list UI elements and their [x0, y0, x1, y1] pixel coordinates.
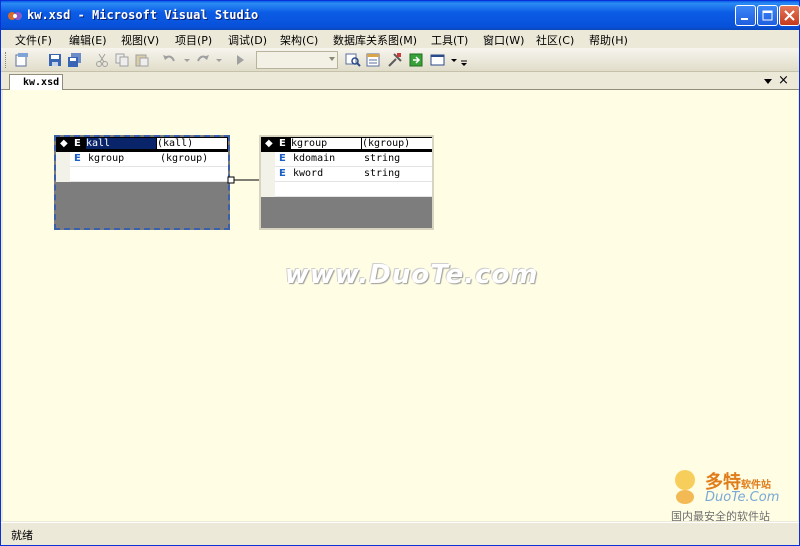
minimize-button[interactable]: [735, 5, 756, 26]
menu-community[interactable]: 社区(C): [536, 32, 574, 48]
row-gutter: [261, 167, 275, 182]
maximize-icon: [762, 10, 773, 21]
object-browser-icon[interactable]: [408, 52, 424, 68]
document-tab-strip: kw.xsd ×: [1, 72, 799, 91]
window-title: kw.xsd - Microsoft Visual Studio: [27, 8, 259, 22]
close-icon: [784, 10, 795, 21]
row-name[interactable]: kdomain: [293, 153, 335, 164]
menu-debug[interactable]: 调试(D): [228, 32, 267, 48]
row-badge: E: [74, 153, 81, 164]
toolbar-overflow-icon[interactable]: [459, 52, 475, 68]
undo-dropdown-icon[interactable]: [179, 52, 195, 68]
standard-toolbar: [1, 48, 799, 72]
command-window-icon[interactable]: [430, 52, 446, 68]
row-gutter: [56, 167, 70, 182]
title-bar[interactable]: kw.xsd - Microsoft Visual Studio: [1, 1, 800, 30]
element-badge: E: [279, 138, 286, 149]
minimize-icon: [741, 18, 748, 20]
element-header[interactable]: ◆ E kall (kall): [56, 137, 228, 152]
app-window: kw.xsd - Microsoft Visual Studio 文件(F) 编…: [0, 0, 800, 546]
element-name[interactable]: kall: [86, 138, 156, 149]
site-logo: 多特软件站 DuoTe.Com 国内最安全的软件站: [665, 466, 798, 521]
toolbox-icon[interactable]: [387, 52, 403, 68]
watermark-text: www.DuoTe.com: [285, 260, 539, 290]
undo-icon[interactable]: [161, 52, 177, 68]
logo-domain: DuoTe.Com: [705, 490, 780, 505]
save-icon[interactable]: [47, 52, 63, 68]
properties-window-icon[interactable]: [365, 52, 381, 68]
element-name[interactable]: kgroup: [291, 138, 361, 149]
table-row[interactable]: E kdomain string: [261, 152, 432, 167]
maximize-button[interactable]: [757, 5, 778, 26]
menu-schema[interactable]: 架构(C): [280, 32, 318, 48]
save-all-icon[interactable]: [67, 52, 83, 68]
status-bar: 就绪: [1, 522, 799, 545]
redo-dropdown-icon[interactable]: [211, 52, 227, 68]
schema-designer-surface[interactable]: ◆ E kall (kall) E kgroup (kgroup) ◆ E kg…: [3, 90, 798, 521]
table-row[interactable]: E kword string: [261, 167, 432, 182]
table-row[interactable]: E kgroup (kgroup): [56, 152, 228, 167]
row-type[interactable]: string: [364, 168, 400, 179]
row-type[interactable]: string: [364, 153, 400, 164]
solution-configuration-combo[interactable]: [256, 51, 338, 69]
empty-row[interactable]: [56, 167, 228, 182]
menu-file[interactable]: 文件(F): [15, 32, 52, 48]
row-gutter: [261, 182, 275, 197]
element-type[interactable]: (kgroup): [362, 138, 432, 149]
menu-help[interactable]: 帮助(H): [589, 32, 628, 48]
schema-element-kall[interactable]: ◆ E kall (kall) E kgroup (kgroup): [54, 135, 230, 230]
toolbar-grip[interactable]: [5, 52, 8, 68]
menu-database-diagram[interactable]: 数据库关系图(M): [333, 32, 417, 48]
row-badge: E: [279, 153, 286, 164]
logo-slogan: 国内最安全的软件站: [671, 510, 770, 521]
start-debugging-icon[interactable]: [232, 52, 248, 68]
menu-edit[interactable]: 编辑(E): [69, 32, 107, 48]
find-in-files-icon[interactable]: [345, 52, 361, 68]
active-files-dropdown-icon[interactable]: [764, 79, 772, 84]
element-type[interactable]: (kall): [157, 138, 227, 149]
tab-label: kw.xsd: [23, 77, 60, 88]
visual-studio-icon: [8, 12, 22, 20]
diamond-icon: ◆: [265, 138, 273, 149]
menu-tools[interactable]: 工具(T): [431, 32, 468, 48]
menu-project[interactable]: 项目(P): [175, 32, 212, 48]
row-type[interactable]: (kgroup): [160, 153, 208, 164]
element-header[interactable]: ◆ E kgroup (kgroup): [261, 137, 432, 152]
row-name[interactable]: kgroup: [88, 153, 124, 164]
menu-bar: 文件(F) 编辑(E) 视图(V) 项目(P) 调试(D) 架构(C) 数据库关…: [1, 30, 799, 48]
mascot-icon: [675, 470, 695, 504]
row-gutter: [261, 152, 275, 167]
cut-icon[interactable]: [94, 52, 110, 68]
redo-icon[interactable]: [195, 52, 211, 68]
diamond-icon: ◆: [60, 138, 68, 149]
copy-icon[interactable]: [114, 52, 130, 68]
chevron-down-icon: [329, 57, 335, 61]
add-new-item-icon[interactable]: [14, 52, 30, 68]
paste-icon[interactable]: [134, 52, 150, 68]
menu-view[interactable]: 视图(V): [121, 32, 159, 48]
row-gutter: [56, 152, 70, 167]
row-badge: E: [279, 168, 286, 179]
schema-element-kgroup[interactable]: ◆ E kgroup (kgroup) E kdomain string E k…: [259, 135, 434, 230]
tab-kw-xsd[interactable]: kw.xsd: [9, 74, 63, 91]
relationship-connector[interactable]: [227, 176, 263, 186]
empty-row[interactable]: [261, 182, 432, 197]
row-name[interactable]: kword: [293, 168, 323, 179]
element-badge: E: [74, 138, 81, 149]
close-button[interactable]: [779, 5, 800, 26]
close-tab-icon[interactable]: ×: [778, 73, 789, 88]
menu-window[interactable]: 窗口(W): [483, 32, 524, 48]
status-text: 就绪: [11, 529, 33, 542]
